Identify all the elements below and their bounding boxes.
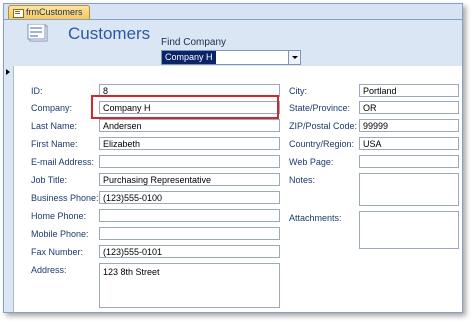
zip-label: ZIP/Postal Code: xyxy=(289,121,358,131)
first-name-label: First Name: xyxy=(31,139,78,149)
company-label: Company: xyxy=(31,103,73,113)
form-header: Customers Find Company Company H xyxy=(4,20,462,66)
tab-frmcustomers[interactable]: frmCustomers xyxy=(8,5,90,19)
fax-number-field[interactable]: (123)555-0101 xyxy=(99,245,280,258)
country-label: Country/Region: xyxy=(289,139,355,149)
record-selector-arrow-icon[interactable] xyxy=(4,66,14,312)
mobile-phone-label: Mobile Phone: xyxy=(31,229,89,239)
attachments-label: Attachments: xyxy=(289,213,342,223)
tab-label: frmCustomers xyxy=(26,7,83,17)
form-icon xyxy=(13,9,24,18)
business-phone-label: Business Phone: xyxy=(31,193,99,203)
city-label: City: xyxy=(289,86,307,96)
web-page-field[interactable] xyxy=(359,155,459,168)
find-company-label: Find Company xyxy=(161,37,227,48)
email-field[interactable] xyxy=(99,155,280,168)
last-name-label: Last Name: xyxy=(31,121,78,131)
state-field[interactable]: OR xyxy=(359,101,459,114)
business-phone-field[interactable]: (123)555-0100 xyxy=(99,191,280,204)
company-highlight-box xyxy=(91,95,279,119)
document-tab-bar: frmCustomers xyxy=(4,4,462,20)
notes-field[interactable] xyxy=(359,173,459,206)
mobile-phone-field[interactable] xyxy=(99,227,280,240)
first-name-field[interactable]: Elizabeth xyxy=(99,137,280,150)
job-title-label: Job Title: xyxy=(31,175,68,185)
country-field[interactable]: USA xyxy=(359,137,459,150)
form-window: frmCustomers Customers Find Company Comp… xyxy=(3,3,463,313)
home-phone-field[interactable] xyxy=(99,209,280,222)
state-label: State/Province: xyxy=(289,103,351,113)
find-company-value[interactable]: Company H xyxy=(162,51,216,64)
chevron-down-icon[interactable] xyxy=(288,51,300,64)
customers-form-icon xyxy=(27,24,48,42)
home-phone-label: Home Phone: xyxy=(31,211,87,221)
job-title-field[interactable]: Purchasing Representative xyxy=(99,173,280,186)
address-field[interactable]: 123 8th Street xyxy=(99,263,280,308)
address-label: Address: xyxy=(31,265,67,275)
zip-field[interactable]: 99999 xyxy=(359,119,459,132)
notes-label: Notes: xyxy=(289,175,316,185)
email-label: E-mail Address: xyxy=(31,157,95,167)
id-label: ID: xyxy=(31,86,43,96)
city-field[interactable]: Portland xyxy=(359,84,459,97)
find-company-combo[interactable]: Company H xyxy=(161,50,301,65)
last-name-field[interactable]: Andersen xyxy=(99,119,280,132)
page-title: Customers xyxy=(68,24,151,43)
fax-number-label: Fax Number: xyxy=(31,247,84,257)
attachments-field[interactable] xyxy=(359,211,459,249)
web-page-label: Web Page: xyxy=(289,157,334,167)
